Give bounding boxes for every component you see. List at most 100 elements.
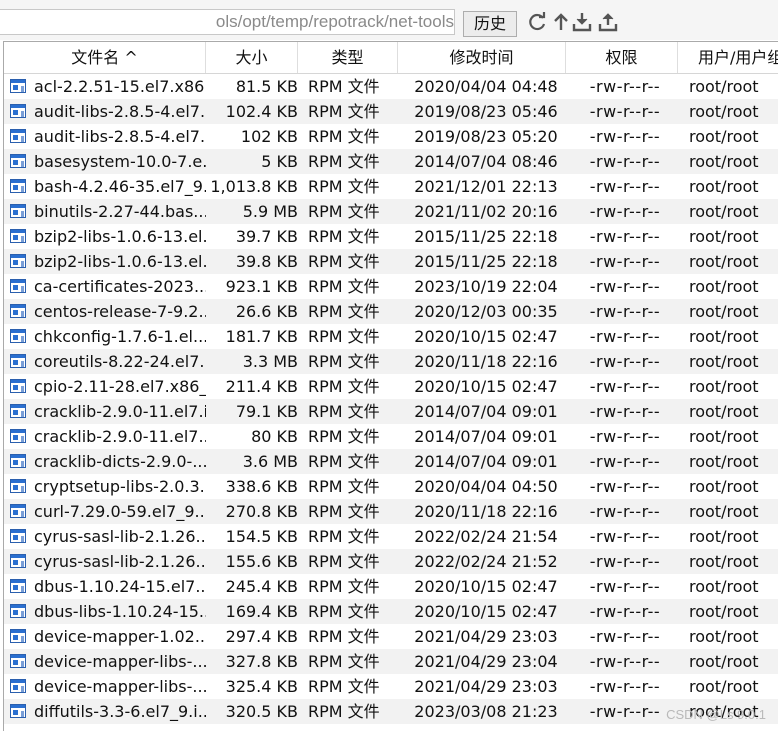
rpm-file-icon <box>10 229 26 243</box>
file-permissions: -rw-r--r-- <box>589 152 661 171</box>
file-type: RPM 文件 <box>308 652 380 671</box>
table-row[interactable]: cryptsetup-libs-2.0.3... 338.6 KB RPM 文件 20… <box>4 474 778 499</box>
history-button[interactable]: 历史 <box>463 11 517 37</box>
table-header: 文件名 ^ 大小 类型 修改时间 权限 用户/用户组 <box>4 42 778 74</box>
file-modified: 2020/11/18 22:16 <box>414 502 558 521</box>
table-row[interactable]: audit-libs-2.8.5-4.el7... 102 KB RPM 文件 201… <box>4 124 778 149</box>
file-owner: root/root <box>689 677 759 696</box>
file-name: cyrus-sasl-lib-2.1.26... <box>34 552 206 571</box>
file-type: RPM 文件 <box>308 477 380 496</box>
table-row[interactable]: cracklib-dicts-2.9.0-... 3.6 MB RPM 文件 2014… <box>4 449 778 474</box>
column-header-modified[interactable]: 修改时间 <box>398 42 566 73</box>
file-permissions: -rw-r--r-- <box>589 652 661 671</box>
file-owner: root/root <box>689 77 759 96</box>
table-row[interactable]: bzip2-libs-1.0.6-13.el... 39.8 KB RPM 文件 20… <box>4 249 778 274</box>
table-row[interactable]: binutils-2.27-44.bas... 5.9 MB RPM 文件 2021/… <box>4 199 778 224</box>
file-permissions: -rw-r--r-- <box>589 227 661 246</box>
file-modified: 2020/10/15 02:47 <box>414 377 558 396</box>
file-owner: root/root <box>689 427 759 446</box>
rpm-file-icon <box>10 679 26 693</box>
table-row[interactable]: dbus-libs-1.10.24-15... 169.4 KB RPM 文件 202… <box>4 599 778 624</box>
file-permissions: -rw-r--r-- <box>589 377 661 396</box>
column-header-permissions[interactable]: 权限 <box>566 42 678 73</box>
refresh-icon[interactable] <box>527 12 547 32</box>
file-type: RPM 文件 <box>308 327 380 346</box>
column-header-owner[interactable]: 用户/用户组 <box>678 42 778 73</box>
toolbar: ols/opt/temp/repotrack/net-tools 历史 <box>0 0 778 40</box>
table-row[interactable]: bash-4.2.46-35.el7_9... 1,013.8 KB RPM 文件 2… <box>4 174 778 199</box>
table-row[interactable]: coreutils-8.22-24.el7... 3.3 MB RPM 文件 2020… <box>4 349 778 374</box>
table-row[interactable]: diffutils-3.3-6.el7_9.i... 320.5 KB RPM 文件… <box>4 699 778 724</box>
column-header-type[interactable]: 类型 <box>298 42 398 73</box>
file-owner: root/root <box>689 327 759 346</box>
rpm-file-icon <box>10 154 26 168</box>
file-name: cracklib-dicts-2.9.0-... <box>34 452 206 471</box>
table-row[interactable]: device-mapper-1.02.... 297.4 KB RPM 文件 2021… <box>4 624 778 649</box>
table-row[interactable]: audit-libs-2.8.5-4.el7... 102.4 KB RPM 文件 2… <box>4 99 778 124</box>
file-permissions: -rw-r--r-- <box>589 252 661 271</box>
file-type: RPM 文件 <box>308 527 380 546</box>
table-row[interactable]: device-mapper-libs-... 327.8 KB RPM 文件 2021… <box>4 649 778 674</box>
file-name: cracklib-2.9.0-11.el7.i... <box>34 402 206 421</box>
watermark: CSDN @Ls 9.0.1 <box>666 707 766 722</box>
up-icon[interactable] <box>551 12 571 32</box>
file-permissions: -rw-r--r-- <box>589 302 661 321</box>
file-owner: root/root <box>689 477 759 496</box>
file-table: 文件名 ^ 大小 类型 修改时间 权限 用户/用户组 acl-2.2.51-15… <box>3 41 778 731</box>
table-row[interactable]: cracklib-2.9.0-11.el7.i... 79.1 KB RPM 文件 2… <box>4 399 778 424</box>
file-modified: 2020/04/04 04:50 <box>414 477 558 496</box>
file-owner: root/root <box>689 627 759 646</box>
file-size: 26.6 KB <box>235 302 298 321</box>
table-row[interactable]: dbus-1.10.24-15.el7... 245.4 KB RPM 文件 2020… <box>4 574 778 599</box>
table-row[interactable]: ca-certificates-2023... 923.1 KB RPM 文件 202… <box>4 274 778 299</box>
file-type: RPM 文件 <box>308 427 380 446</box>
path-input[interactable]: ols/opt/temp/repotrack/net-tools <box>0 9 455 35</box>
upload-icon[interactable] <box>598 12 618 32</box>
file-type: RPM 文件 <box>308 202 380 221</box>
table-row[interactable]: basesystem-10.0-7.e... 5 KB RPM 文件 2014/07/… <box>4 149 778 174</box>
table-row[interactable]: cyrus-sasl-lib-2.1.26... 154.5 KB RPM 文件 20… <box>4 524 778 549</box>
table-row[interactable]: curl-7.29.0-59.el7_9.... 270.8 KB RPM 文件 20… <box>4 499 778 524</box>
column-header-size[interactable]: 大小 <box>206 42 298 73</box>
file-owner: root/root <box>689 152 759 171</box>
file-owner: root/root <box>689 452 759 471</box>
table-row[interactable]: acl-2.2.51-15.el7.x86... 81.5 KB RPM 文件 202… <box>4 74 778 99</box>
file-name: cryptsetup-libs-2.0.3... <box>34 477 206 496</box>
table-row[interactable]: bzip2-libs-1.0.6-13.el... 39.7 KB RPM 文件 20… <box>4 224 778 249</box>
file-owner: root/root <box>689 377 759 396</box>
table-row[interactable]: centos-release-7-9.2... 26.6 KB RPM 文件 2020… <box>4 299 778 324</box>
file-type: RPM 文件 <box>308 352 380 371</box>
column-header-name[interactable]: 文件名 ^ <box>4 42 206 73</box>
file-modified: 2020/10/15 02:47 <box>414 327 558 346</box>
download-icon[interactable] <box>572 12 592 32</box>
file-modified: 2020/10/15 02:47 <box>414 602 558 621</box>
table-row[interactable]: chkconfig-1.7.6-1.el... 181.7 KB RPM 文件 202… <box>4 324 778 349</box>
rpm-file-icon <box>10 554 26 568</box>
file-type: RPM 文件 <box>308 177 380 196</box>
rpm-file-icon <box>10 354 26 368</box>
table-row[interactable]: cpio-2.11-28.el7.x86_... 211.4 KB RPM 文件 20… <box>4 374 778 399</box>
file-owner: root/root <box>689 352 759 371</box>
file-size: 169.4 KB <box>225 602 298 621</box>
table-row[interactable]: device-mapper-libs-... 325.4 KB RPM 文件 2021… <box>4 674 778 699</box>
file-name: device-mapper-libs-... <box>34 677 206 696</box>
table-row[interactable]: cyrus-sasl-lib-2.1.26... 155.6 KB RPM 文件 20… <box>4 549 778 574</box>
file-size: 245.4 KB <box>225 577 298 596</box>
file-type: RPM 文件 <box>308 602 380 621</box>
file-type: RPM 文件 <box>308 702 380 721</box>
rpm-file-icon <box>10 329 26 343</box>
rpm-file-icon <box>10 429 26 443</box>
file-name: device-mapper-1.02.... <box>34 627 206 646</box>
file-modified: 2020/10/15 02:47 <box>414 577 558 596</box>
rpm-file-icon <box>10 304 26 318</box>
file-modified: 2022/02/24 21:54 <box>414 527 558 546</box>
rpm-file-icon <box>10 254 26 268</box>
file-owner: root/root <box>689 102 759 121</box>
file-modified: 2023/10/19 22:04 <box>414 277 558 296</box>
file-name: dbus-libs-1.10.24-15... <box>34 602 206 621</box>
table-row[interactable]: cracklib-2.9.0-11.el7... 80 KB RPM 文件 2014/… <box>4 424 778 449</box>
file-size: 320.5 KB <box>225 702 298 721</box>
file-size: 154.5 KB <box>225 527 298 546</box>
file-permissions: -rw-r--r-- <box>589 202 661 221</box>
file-name: binutils-2.27-44.bas... <box>34 202 206 221</box>
